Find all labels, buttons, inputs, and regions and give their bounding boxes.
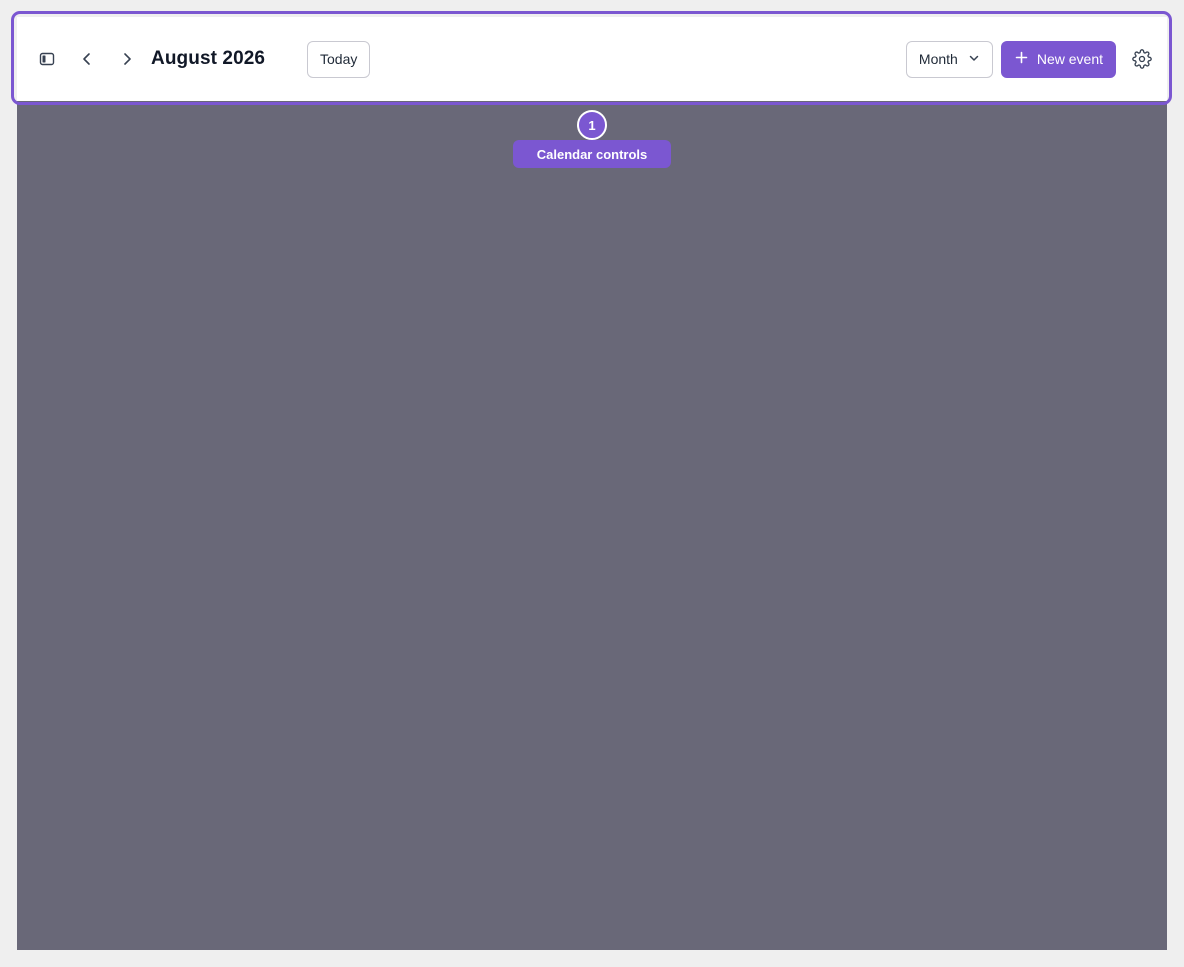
page-title: August 2026	[151, 48, 266, 69]
callout-label: Calendar controls	[513, 140, 671, 168]
new-event-button[interactable]: New event	[1000, 40, 1116, 78]
chevron-down-icon	[968, 51, 980, 67]
callout-step-number: 1	[577, 110, 607, 140]
chevron-left-icon[interactable]	[73, 45, 101, 73]
new-event-label: New event	[1036, 51, 1103, 67]
view-select[interactable]: Month	[905, 40, 993, 78]
plus-icon	[1015, 51, 1028, 67]
view-select-value: Month	[918, 51, 958, 67]
sidebar-toggle-icon[interactable]	[33, 45, 61, 73]
gear-icon[interactable]	[1128, 45, 1156, 73]
calendar-controls-header: August 2026 Today Month New event	[17, 17, 1167, 101]
tour-callout: 1 Calendar controls	[513, 110, 671, 168]
today-button[interactable]: Today	[307, 40, 371, 78]
chevron-right-icon[interactable]	[113, 45, 141, 73]
dimmed-overlay	[17, 101, 1167, 950]
